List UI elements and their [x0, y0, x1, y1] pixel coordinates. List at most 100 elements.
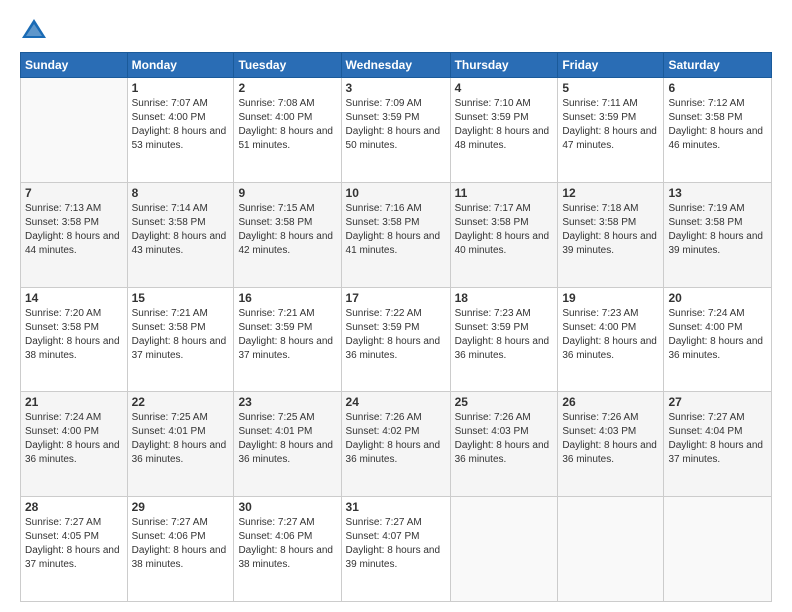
day-cell: 12 Sunrise: 7:18 AMSunset: 3:58 PMDayligh… [558, 182, 664, 287]
week-row-4: 28Sunrise: 7:27 AMSunset: 4:05 PMDayligh… [21, 497, 772, 602]
day-cell: 30 Sunrise: 7:27 AMSunset: 4:06 PMDayligh… [234, 497, 341, 602]
day-cell: 8 Sunrise: 7:14 AMSunset: 3:58 PMDaylight… [127, 182, 234, 287]
logo-icon [20, 16, 48, 44]
day-cell: 22 Sunrise: 7:25 AMSunset: 4:01 PMDayligh… [127, 392, 234, 497]
day-number: 3 [346, 81, 446, 95]
day-number: 6 [668, 81, 767, 95]
day-info: Sunrise: 7:25 AMSunset: 4:01 PMDaylight:… [132, 411, 230, 467]
day-cell: 21 Sunrise: 7:24 AMSunset: 4:00 PMDayligh… [21, 392, 128, 497]
day-number: 12 [562, 186, 659, 200]
day-info: Sunrise: 7:15 AMSunset: 3:58 PMDaylight:… [238, 202, 336, 258]
day-cell: 3 Sunrise: 7:09 AMSunset: 3:59 PMDaylight… [341, 78, 450, 183]
day-number: 8 [132, 186, 230, 200]
day-number: 7 [25, 186, 123, 200]
day-number: 19 [562, 291, 659, 305]
day-info: Sunrise: 7:27 AMSunset: 4:06 PMDaylight:… [238, 516, 336, 572]
day-number: 11 [455, 186, 554, 200]
day-info: Sunrise: 7:26 AMSunset: 4:03 PMDaylight:… [455, 411, 554, 467]
day-cell [664, 497, 772, 602]
day-info: Sunrise: 7:27 AMSunset: 4:07 PMDaylight:… [346, 516, 446, 572]
day-info: Sunrise: 7:22 AMSunset: 3:59 PMDaylight:… [346, 307, 446, 363]
day-cell: 13 Sunrise: 7:19 AMSunset: 3:58 PMDayligh… [664, 182, 772, 287]
day-number: 1 [132, 81, 230, 95]
day-info: Sunrise: 7:09 AMSunset: 3:59 PMDaylight:… [346, 97, 446, 153]
day-number: 21 [25, 395, 123, 409]
day-cell: 27 Sunrise: 7:27 AMSunset: 4:04 PMDayligh… [664, 392, 772, 497]
day-cell: 23 Sunrise: 7:25 AMSunset: 4:01 PMDayligh… [234, 392, 341, 497]
day-cell: 20Sunrise: 7:24 AMSunset: 4:00 PMDayligh… [664, 287, 772, 392]
weekday-header-monday: Monday [127, 53, 234, 78]
day-cell: 25Sunrise: 7:26 AMSunset: 4:03 PMDayligh… [450, 392, 558, 497]
day-info: Sunrise: 7:21 AMSunset: 3:59 PMDaylight:… [238, 307, 336, 363]
header [20, 16, 772, 44]
day-cell: 19Sunrise: 7:23 AMSunset: 4:00 PMDayligh… [558, 287, 664, 392]
day-cell: 14 Sunrise: 7:20 AMSunset: 3:58 PMDayligh… [21, 287, 128, 392]
day-info: Sunrise: 7:27 AMSunset: 4:06 PMDaylight:… [132, 516, 230, 572]
day-info: Sunrise: 7:21 AMSunset: 3:58 PMDaylight:… [132, 307, 230, 363]
day-info: Sunrise: 7:10 AMSunset: 3:59 PMDaylight:… [455, 97, 554, 153]
day-cell [558, 497, 664, 602]
day-info: Sunrise: 7:25 AMSunset: 4:01 PMDaylight:… [238, 411, 336, 467]
day-number: 10 [346, 186, 446, 200]
day-cell: 9Sunrise: 7:15 AMSunset: 3:58 PMDaylight… [234, 182, 341, 287]
day-cell: 4 Sunrise: 7:10 AMSunset: 3:59 PMDaylight… [450, 78, 558, 183]
day-info: Sunrise: 7:12 AMSunset: 3:58 PMDaylight:… [668, 97, 767, 153]
day-number: 16 [238, 291, 336, 305]
day-cell: 31Sunrise: 7:27 AMSunset: 4:07 PMDayligh… [341, 497, 450, 602]
day-cell: 17 Sunrise: 7:22 AMSunset: 3:59 PMDayligh… [341, 287, 450, 392]
day-cell: 29 Sunrise: 7:27 AMSunset: 4:06 PMDayligh… [127, 497, 234, 602]
week-row-3: 21 Sunrise: 7:24 AMSunset: 4:00 PMDayligh… [21, 392, 772, 497]
day-info: Sunrise: 7:24 AMSunset: 4:00 PMDaylight:… [25, 411, 123, 467]
day-number: 14 [25, 291, 123, 305]
day-number: 23 [238, 395, 336, 409]
day-number: 18 [455, 291, 554, 305]
weekday-header-tuesday: Tuesday [234, 53, 341, 78]
day-cell: 5 Sunrise: 7:11 AMSunset: 3:59 PMDaylight… [558, 78, 664, 183]
day-info: Sunrise: 7:07 AMSunset: 4:00 PMDaylight:… [132, 97, 230, 153]
day-info: Sunrise: 7:08 AMSunset: 4:00 PMDaylight:… [238, 97, 336, 153]
day-cell: 2Sunrise: 7:08 AMSunset: 4:00 PMDaylight… [234, 78, 341, 183]
logo [20, 16, 52, 44]
day-info: Sunrise: 7:20 AMSunset: 3:58 PMDaylight:… [25, 307, 123, 363]
day-info: Sunrise: 7:11 AMSunset: 3:59 PMDaylight:… [562, 97, 659, 153]
day-cell: 1 Sunrise: 7:07 AMSunset: 4:00 PMDaylight… [127, 78, 234, 183]
calendar-table: SundayMondayTuesdayWednesdayThursdayFrid… [20, 52, 772, 602]
week-row-2: 14 Sunrise: 7:20 AMSunset: 3:58 PMDayligh… [21, 287, 772, 392]
day-cell: 6 Sunrise: 7:12 AMSunset: 3:58 PMDaylight… [664, 78, 772, 183]
day-number: 22 [132, 395, 230, 409]
day-info: Sunrise: 7:27 AMSunset: 4:05 PMDaylight:… [25, 516, 123, 572]
day-info: Sunrise: 7:26 AMSunset: 4:03 PMDaylight:… [562, 411, 659, 467]
day-info: Sunrise: 7:27 AMSunset: 4:04 PMDaylight:… [668, 411, 767, 467]
day-info: Sunrise: 7:24 AMSunset: 4:00 PMDaylight:… [668, 307, 767, 363]
day-info: Sunrise: 7:19 AMSunset: 3:58 PMDaylight:… [668, 202, 767, 258]
day-number: 17 [346, 291, 446, 305]
day-cell: 16 Sunrise: 7:21 AMSunset: 3:59 PMDayligh… [234, 287, 341, 392]
day-cell: 24 Sunrise: 7:26 AMSunset: 4:02 PMDayligh… [341, 392, 450, 497]
day-number: 24 [346, 395, 446, 409]
day-info: Sunrise: 7:23 AMSunset: 3:59 PMDaylight:… [455, 307, 554, 363]
day-info: Sunrise: 7:14 AMSunset: 3:58 PMDaylight:… [132, 202, 230, 258]
day-cell [450, 497, 558, 602]
weekday-header-row: SundayMondayTuesdayWednesdayThursdayFrid… [21, 53, 772, 78]
week-row-0: 1 Sunrise: 7:07 AMSunset: 4:00 PMDaylight… [21, 78, 772, 183]
day-number: 29 [132, 500, 230, 514]
day-number: 13 [668, 186, 767, 200]
weekday-header-sunday: Sunday [21, 53, 128, 78]
day-cell: 18 Sunrise: 7:23 AMSunset: 3:59 PMDayligh… [450, 287, 558, 392]
day-number: 27 [668, 395, 767, 409]
day-cell [21, 78, 128, 183]
day-number: 30 [238, 500, 336, 514]
day-info: Sunrise: 7:26 AMSunset: 4:02 PMDaylight:… [346, 411, 446, 467]
day-cell: 26 Sunrise: 7:26 AMSunset: 4:03 PMDayligh… [558, 392, 664, 497]
day-info: Sunrise: 7:17 AMSunset: 3:58 PMDaylight:… [455, 202, 554, 258]
day-number: 5 [562, 81, 659, 95]
day-cell: 15Sunrise: 7:21 AMSunset: 3:58 PMDayligh… [127, 287, 234, 392]
day-cell: 11 Sunrise: 7:17 AMSunset: 3:58 PMDayligh… [450, 182, 558, 287]
weekday-header-wednesday: Wednesday [341, 53, 450, 78]
day-cell: 7Sunrise: 7:13 AMSunset: 3:58 PMDaylight… [21, 182, 128, 287]
weekday-header-saturday: Saturday [664, 53, 772, 78]
day-number: 26 [562, 395, 659, 409]
day-info: Sunrise: 7:18 AMSunset: 3:58 PMDaylight:… [562, 202, 659, 258]
day-cell: 10Sunrise: 7:16 AMSunset: 3:58 PMDayligh… [341, 182, 450, 287]
day-number: 4 [455, 81, 554, 95]
